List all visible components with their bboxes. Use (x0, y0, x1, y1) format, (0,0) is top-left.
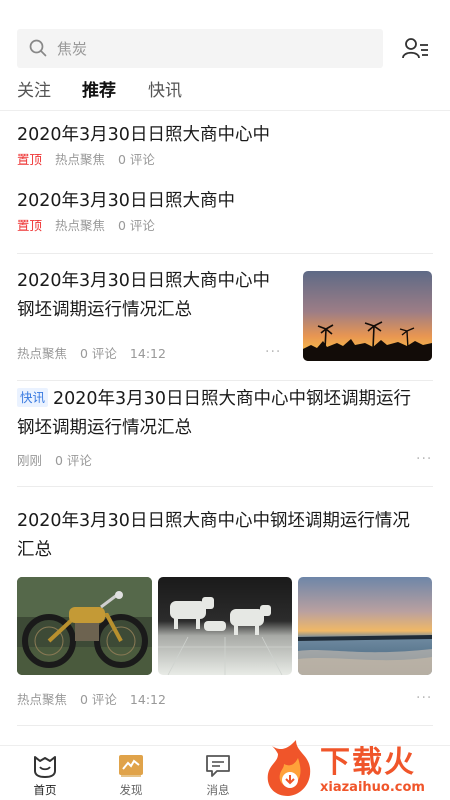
article-image[interactable] (17, 577, 152, 675)
watermark-domain: xiazaihuo.com (320, 780, 425, 795)
nav-messages-label: 消息 (206, 783, 230, 797)
flash-title: 快讯 2020年3月30日日照大商中心中钢坯调期运行 钢坯调期运行情况汇总 (17, 388, 411, 438)
item-divider (17, 725, 433, 726)
user-list-icon[interactable] (401, 36, 429, 62)
article-title: 2020年3月30日日照大商中心中钢坯调期运行情况 汇总 (17, 511, 410, 560)
article-image[interactable] (298, 577, 432, 675)
tab-recommend[interactable]: 推荐 (82, 80, 116, 102)
item-title: 2020年3月30日日照大商中 (17, 191, 235, 211)
pinned-item[interactable]: 2020年3月30日日照大商中心中 置顶 热点聚焦 0 评论 (17, 121, 433, 179)
flash-item[interactable]: 快讯 2020年3月30日日照大商中心中钢坯调期运行 钢坯调期运行情况汇总 刚刚 … (0, 381, 450, 487)
item-comments: 0 评论 (118, 218, 155, 233)
header: 焦炭 关注 推荐 快讯 (0, 0, 450, 110)
article-time: 14:12 (129, 692, 166, 707)
nav-discover-label: 发现 (119, 783, 143, 797)
search-bar[interactable]: 焦炭 (17, 29, 383, 68)
article-meta: 热点聚焦 0 评论 14:12 (17, 346, 175, 362)
nav-home[interactable]: 首页 (0, 746, 88, 800)
item-source: 热点聚焦 (55, 152, 106, 167)
app-screen: 焦炭 关注 推荐 快讯 2020年3月30日日照大商中心中 置顶 热点聚焦 0 … (0, 0, 450, 800)
article-title: 2020年3月30日日照大商中心中 钢坯调期运行情况汇总 (17, 271, 270, 320)
article-item[interactable]: 2020年3月30日日照大商中心中钢坯调期运行情况 汇总 (0, 487, 450, 723)
search-placeholder: 焦炭 (57, 40, 88, 58)
cow-figurines-image (158, 577, 292, 675)
flash-comments: 0 评论 (55, 453, 92, 468)
flash-tag: 快讯 (17, 388, 49, 407)
message-icon (206, 755, 230, 777)
more-options-icon[interactable]: ··· (416, 690, 432, 706)
article-thumbnail[interactable] (303, 271, 432, 361)
pinned-badge: 置顶 (17, 152, 43, 167)
article-time: 14:12 (129, 346, 166, 361)
sunset-palm-trees-image (303, 271, 432, 361)
tab-flash[interactable]: 快讯 (148, 80, 182, 102)
article-source: 热点聚焦 (17, 346, 68, 361)
item-meta: 置顶 热点聚焦 0 评论 (17, 218, 433, 234)
item-meta: 置顶 热点聚焦 0 评论 (17, 152, 433, 168)
home-icon (34, 756, 56, 778)
pinned-badge: 置顶 (17, 218, 43, 233)
pinned-item[interactable]: 2020年3月30日日照大商中 置顶 热点聚焦 0 评论 (17, 187, 433, 245)
item-source: 热点聚焦 (55, 218, 106, 233)
discover-icon (119, 755, 143, 777)
watermark-brand: 下载火 (320, 745, 416, 780)
search-icon (29, 39, 47, 57)
tab-bar: 关注 推荐 快讯 (0, 78, 450, 110)
nav-messages[interactable]: 消息 (173, 746, 261, 800)
article-comments: 0 评论 (80, 692, 117, 707)
article-item[interactable]: 2020年3月30日日照大商中心中 钢坯调期运行情况汇总 热点聚焦 0 评论 1… (0, 254, 450, 380)
article-image[interactable] (158, 577, 292, 675)
ocean-sunset-image (298, 577, 432, 675)
item-title: 2020年3月30日日照大商中心中 (17, 125, 270, 145)
tab-follow[interactable]: 关注 (17, 80, 51, 102)
nav-home-label: 首页 (33, 783, 57, 797)
more-options-icon[interactable]: ··· (265, 344, 281, 360)
vintage-motorcycle-image (17, 577, 152, 675)
nav-discover[interactable]: 发现 (86, 746, 174, 800)
news-feed[interactable]: 2020年3月30日日照大商中心中 置顶 热点聚焦 0 评论 2020年3月30… (0, 111, 450, 745)
article-comments: 0 评论 (80, 346, 117, 361)
flash-time: 刚刚 (17, 453, 43, 468)
article-meta: 热点聚焦 0 评论 14:12 (17, 692, 175, 708)
more-options-icon[interactable]: ··· (416, 451, 432, 467)
flash-meta: 刚刚 0 评论 (17, 453, 101, 469)
watermark-logo: 下载火 xiazaihuo.com (262, 740, 450, 800)
item-comments: 0 评论 (118, 152, 155, 167)
article-source: 热点聚焦 (17, 692, 68, 707)
